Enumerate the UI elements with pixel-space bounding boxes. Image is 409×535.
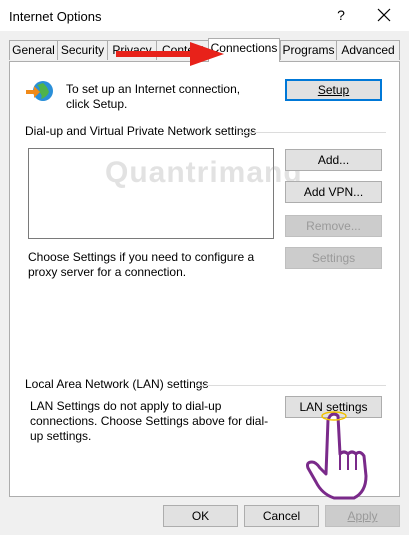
setup-button[interactable]: Setup <box>285 79 382 101</box>
close-icon <box>377 8 391 22</box>
dialup-divider <box>240 132 386 133</box>
red-arrow-annotation <box>116 42 224 66</box>
setup-description: To set up an Internet connection, click … <box>66 82 241 111</box>
watermark: Quantrimang <box>105 156 303 189</box>
remove-button[interactable]: Remove... <box>285 215 382 237</box>
ok-button[interactable]: OK <box>163 505 238 527</box>
settings-button[interactable]: Settings <box>285 247 382 269</box>
help-button[interactable]: ? <box>330 5 352 25</box>
window-title: Internet Options <box>9 9 102 24</box>
connections-panel: To set up an Internet connection, click … <box>9 61 400 500</box>
tab-security[interactable]: Security <box>57 40 108 60</box>
pointing-hand-icon <box>306 411 368 500</box>
lan-divider <box>196 385 386 386</box>
lan-description: LAN Settings do not apply to dial-up con… <box>30 399 269 443</box>
cancel-button[interactable]: Cancel <box>244 505 319 527</box>
add-vpn-button[interactable]: Add VPN... <box>285 181 382 203</box>
setup-button-label: Setup <box>317 83 350 97</box>
internet-globe-icon <box>26 81 53 101</box>
lan-heading: Local Area Network (LAN) settings <box>25 377 209 391</box>
close-button[interactable] <box>372 5 396 25</box>
tab-programs[interactable]: Programs <box>280 40 337 60</box>
proxy-description: Choose Settings if you need to configure… <box>28 250 255 279</box>
apply-button-label: Apply <box>347 509 378 523</box>
apply-button[interactable]: Apply <box>325 505 400 527</box>
add-button[interactable]: Add... <box>285 149 382 171</box>
tab-advanced[interactable]: Advanced <box>336 40 400 60</box>
dialup-heading: Dial-up and Virtual Private Network sett… <box>25 124 257 138</box>
tab-general[interactable]: General <box>9 40 58 60</box>
title-bar: Internet Options ? <box>0 0 409 31</box>
